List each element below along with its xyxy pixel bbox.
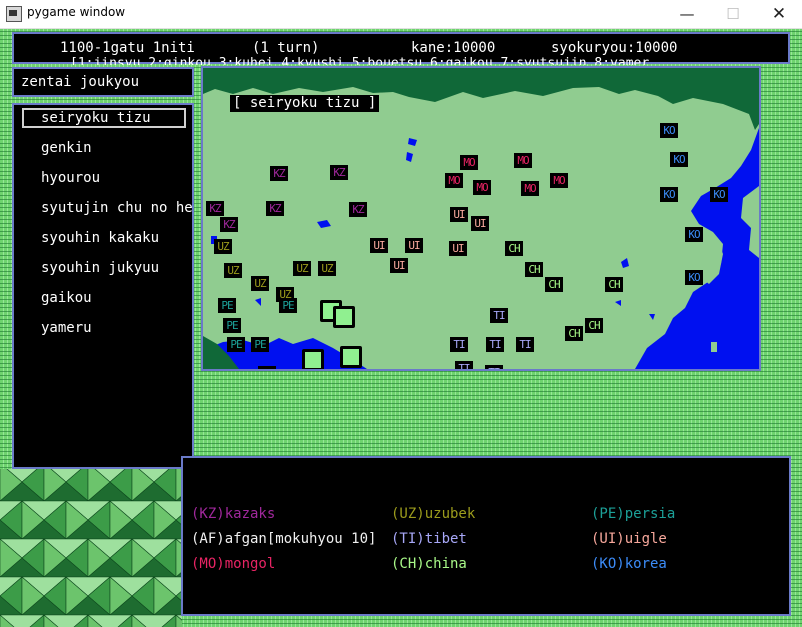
map-land-taiwan [711,342,717,352]
territory-token-mongol[interactable]: MO [514,153,532,168]
legend-entry: (AF)afgan[mokuhyou 10] [191,531,377,547]
army-unit-marker[interactable] [340,346,362,368]
mode-label: zentai joukyou [21,74,140,90]
pyramid-tiles-decoration [0,469,182,627]
legend-entry: (UI)uigle [591,531,667,547]
territory-token-mongol[interactable]: MO [550,173,568,188]
legend-entry: (TI)tibet [391,531,467,547]
window-titlebar[interactable]: pygame window — ☐ ✕ [0,0,802,29]
territory-token-mongol[interactable]: MO [473,180,491,195]
territory-token-korea[interactable]: KO [685,227,703,242]
maximize-button[interactable]: ☐ [710,0,756,28]
territory-token-china[interactable]: CH [585,318,603,333]
territory-token-china[interactable]: CH [525,262,543,277]
territory-token-persia[interactable]: PE [258,366,276,369]
territory-token-china[interactable]: CH [545,277,563,292]
territory-token-mongol[interactable]: MO [445,173,463,188]
legend-entry: (MO)mongol [191,556,276,572]
territory-token-uzubek[interactable]: UZ [224,263,242,278]
menu-item[interactable]: syouhin kakaku [41,230,159,246]
territory-token-persia[interactable]: PE [223,318,241,333]
territory-token-china[interactable]: CH [605,277,623,292]
mode-panel: zentai joukyou [12,67,194,97]
pygame-icon [6,6,22,22]
territory-token-persia[interactable]: PE [218,298,236,313]
territory-token-korea[interactable]: KO [660,187,678,202]
territory-token-kazaks[interactable]: KZ [270,166,288,181]
menu-item[interactable]: yameru [41,320,92,336]
territory-token-kazaks[interactable]: KZ [206,201,224,216]
territory-token-mongol[interactable]: MO [521,181,539,196]
game-canvas[interactable]: 1100-1gatu 1niti (1 turn) kane:10000 syo… [0,29,802,627]
menu-item[interactable]: seiryoku tizu [41,110,151,126]
power-map-window: [ seiryoku tizu ] KZ KZ KZ KZ KZ KZ UZ UZ UZ UZ UZ… [201,66,761,371]
menu-item[interactable]: syouhin jukyuu [41,260,159,276]
legend-entry: (UZ)uzubek [391,506,476,522]
legend-entry: (CH)china [391,556,467,572]
territory-token-persia[interactable]: PE [251,337,269,352]
territory-token-uigle[interactable]: UI [405,238,423,253]
territory-token-uigle[interactable]: UI [370,238,388,253]
territory-token-kazaks[interactable]: KZ [266,201,284,216]
territory-token-korea[interactable]: KO [685,270,703,285]
territory-token-uigle[interactable]: UI [450,207,468,222]
territory-token-uzubek[interactable]: UZ [251,276,269,291]
territory-token-kazaks[interactable]: KZ [349,202,367,217]
army-unit-marker[interactable] [333,306,355,328]
territory-token-uigle[interactable]: UI [471,216,489,231]
legend-entry: (PE)persia [591,506,676,522]
map-title: [ seiryoku tizu ] [230,95,380,112]
territory-token-tibet[interactable]: TI [450,337,468,352]
menu-item[interactable]: gaikou [41,290,92,306]
command-menu: seiryoku tizu genkin hyourou syutujin chu n… [12,103,194,469]
territory-token-tibet[interactable]: TI [486,337,504,352]
territory-token-korea[interactable]: KO [670,152,688,167]
command-hint: [1:jinsyu 2:ginkou 3:kuhei 4:kyushi 5:bo… [70,56,650,65]
window-title: pygame window [27,5,126,19]
territory-token-china[interactable]: CH [505,241,523,256]
territory-token-korea[interactable]: KO [660,123,678,138]
legend-entry: (KZ)kazaks [191,506,276,522]
territory-token-uzubek[interactable]: UZ [318,261,336,276]
territory-token-uzubek[interactable]: UZ [214,239,232,254]
territory-token-korea[interactable]: KO [710,187,728,202]
menu-item[interactable]: hyourou [41,170,100,186]
territory-token-uigle[interactable]: UI [390,258,408,273]
menu-item[interactable]: syutujin chu no heisi [41,200,192,216]
army-unit-marker[interactable] [302,349,324,369]
territory-token-uzubek[interactable]: UZ [293,261,311,276]
faction-legend: (KZ)kazaks (UZ)uzubek (PE)persia (AF)afgan[… [181,456,791,616]
territory-token-tibet[interactable]: TI [485,365,503,369]
minimize-button[interactable]: — [664,0,710,28]
legend-entry: (KO)korea [591,556,667,572]
territory-token-china[interactable]: CH [565,326,583,341]
territory-token-mongol[interactable]: MO [460,155,478,170]
close-button[interactable]: ✕ [756,0,802,28]
territory-token-kazaks[interactable]: KZ [220,217,238,232]
territory-token-tibet[interactable]: TI [490,308,508,323]
territory-token-uigle[interactable]: UI [449,241,467,256]
menu-item[interactable]: genkin [41,140,92,156]
territory-token-tibet[interactable]: TI [516,337,534,352]
territory-token-tibet[interactable]: TI [455,361,473,369]
territory-token-persia[interactable]: PE [279,298,297,313]
territory-token-kazaks[interactable]: KZ [330,165,348,180]
territory-token-persia[interactable]: PE [227,337,245,352]
